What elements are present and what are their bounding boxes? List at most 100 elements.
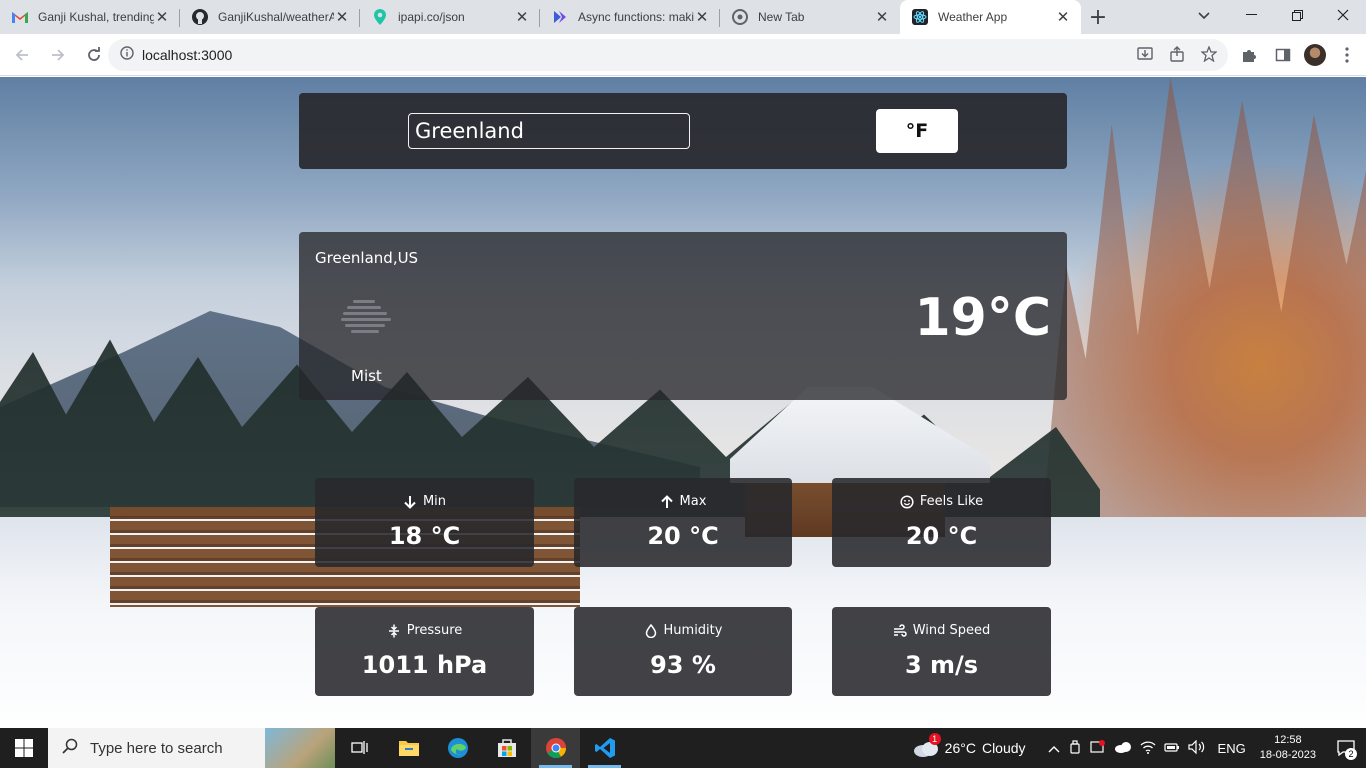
search-icon — [62, 738, 78, 758]
close-icon[interactable]: ✕ — [1055, 8, 1071, 26]
battery-icon[interactable] — [1163, 741, 1180, 756]
site-info-icon[interactable] — [120, 45, 134, 65]
address-bar[interactable]: localhost:3000 — [108, 39, 1228, 71]
wifi-icon[interactable] — [1140, 740, 1156, 757]
unit-toggle-button[interactable]: °F — [876, 109, 958, 153]
tab-title: ipapi.co/json — [398, 10, 465, 24]
system-tray: 1 26°C Cloudy ENG 12:58 18-08-2023 2 — [913, 728, 1366, 768]
back-arrow-icon[interactable] — [6, 39, 38, 71]
stat-label: Min — [422, 494, 447, 509]
arrow-down-icon — [404, 495, 416, 509]
close-icon[interactable]: ✕ — [154, 8, 170, 26]
stat-value: 1011 hPa — [361, 651, 488, 679]
stat-label: Pressure — [406, 623, 463, 638]
edge-browser-icon[interactable] — [433, 728, 482, 768]
stat-value: 20 °C — [647, 522, 719, 550]
url-text: localhost:3000 — [142, 47, 233, 63]
windows-taskbar: Type here to search 1 26°C Cloudy ENG 12… — [0, 728, 1366, 768]
volume-icon[interactable] — [1187, 739, 1206, 757]
smile-icon — [900, 494, 914, 509]
taskbar-weather-temp: 26°C — [944, 740, 976, 756]
city-search-input[interactable] — [408, 113, 690, 149]
extensions-puzzle-icon[interactable] — [1236, 39, 1262, 71]
more-menu-icon[interactable] — [1334, 39, 1360, 71]
vscode-taskbar-icon[interactable] — [580, 728, 629, 768]
taskbar-weather-widget[interactable]: 1 26°C Cloudy — [913, 733, 1026, 757]
mist-icon — [339, 298, 395, 338]
stat-card-humidity: Humidity 93 % — [574, 607, 792, 696]
notification-center-icon[interactable]: 2 — [1326, 728, 1366, 768]
page-viewport: °F Greenland,US Mist 19°C Min 18 — [0, 77, 1366, 728]
input-language[interactable]: ENG — [1218, 741, 1246, 756]
browser-tab[interactable]: Async functions: makin ✕ — [540, 0, 720, 34]
tab-title: Weather App — [938, 10, 1008, 24]
notification-count-badge: 2 — [1345, 748, 1357, 760]
stat-value: 20 °C — [905, 522, 978, 550]
weather-description: Mist — [351, 367, 382, 385]
windows-start-icon[interactable] — [0, 728, 48, 768]
profile-avatar[interactable] — [1304, 44, 1326, 66]
close-icon[interactable]: ✕ — [874, 8, 890, 26]
security-alert-icon[interactable] — [1089, 739, 1106, 757]
browser-tab[interactable]: Ganji Kushal, trending ✕ — [0, 0, 180, 34]
search-panel: °F — [299, 93, 1067, 169]
compress-icon — [388, 624, 399, 637]
minimize-icon[interactable] — [1228, 0, 1274, 30]
taskbar-search-box[interactable]: Type here to search — [48, 728, 335, 768]
stat-card-wind-speed: Wind Speed 3 m/s — [832, 607, 1051, 696]
droplet-icon — [645, 623, 656, 638]
vscode-docs-icon — [552, 9, 568, 25]
stat-label: Max — [679, 494, 707, 509]
onedrive-cloud-icon[interactable] — [1114, 741, 1132, 756]
browser-toolbar: localhost:3000 — [0, 34, 1366, 76]
stat-value: 3 m/s — [904, 651, 979, 679]
stat-label: Humidity — [663, 623, 723, 638]
close-icon[interactable]: ✕ — [694, 8, 710, 26]
taskbar-weather-text: Cloudy — [981, 740, 1026, 756]
file-explorer-icon[interactable] — [384, 728, 433, 768]
react-icon — [912, 9, 928, 25]
share-icon[interactable] — [1168, 45, 1186, 63]
browser-tab[interactable]: New Tab ✕ — [720, 0, 900, 34]
restore-icon[interactable] — [1274, 0, 1320, 30]
tab-title: Async functions: makin — [578, 10, 694, 24]
browser-tab-active[interactable]: Weather App ✕ — [900, 0, 1081, 34]
clock-date: 18-08-2023 — [1259, 749, 1316, 761]
bookmark-star-icon[interactable] — [1200, 45, 1218, 63]
task-view-icon[interactable] — [335, 728, 384, 768]
map-pin-icon — [372, 9, 388, 25]
stat-card-max: Max 20 °C — [574, 478, 792, 567]
stat-label: Wind Speed — [912, 623, 991, 638]
tab-title: New Tab — [758, 10, 805, 24]
close-window-icon[interactable] — [1320, 0, 1366, 30]
chrome-taskbar-icon[interactable] — [531, 728, 580, 768]
forward-arrow-icon[interactable] — [42, 39, 74, 71]
tab-search-chevron-icon[interactable] — [1190, 4, 1218, 28]
stat-card-min: Min 18 °C — [315, 478, 534, 567]
stat-label: Feels Like — [919, 494, 984, 509]
tab-title: Ganji Kushal, trending — [38, 10, 154, 24]
side-panel-icon[interactable] — [1270, 39, 1296, 71]
browser-tab-strip: Ganji Kushal, trending ✕ GanjiKushal/wea… — [0, 0, 1366, 34]
browser-tab[interactable]: GanjiKushal/weatherA ✕ — [180, 0, 360, 34]
close-icon[interactable]: ✕ — [514, 8, 530, 26]
weather-alert-badge: 1 — [928, 733, 941, 745]
clock-time: 12:58 — [1274, 734, 1302, 746]
current-weather-panel: Greenland,US Mist 19°C — [299, 232, 1067, 400]
stat-card-feels-like: Feels Like 20 °C — [832, 478, 1051, 567]
chrome-icon — [732, 9, 748, 25]
usb-device-icon[interactable] — [1068, 739, 1082, 757]
browser-tab[interactable]: ipapi.co/json ✕ — [360, 0, 540, 34]
taskbar-clock[interactable]: 12:58 18-08-2023 — [1260, 733, 1316, 763]
search-highlight-image — [265, 728, 335, 768]
chevron-up-icon[interactable] — [1048, 741, 1060, 756]
microsoft-store-icon[interactable] — [482, 728, 531, 768]
install-app-icon[interactable] — [1136, 45, 1154, 63]
new-tab-button[interactable]: + — [1081, 0, 1115, 34]
reload-icon[interactable] — [78, 39, 110, 71]
close-icon[interactable]: ✕ — [334, 8, 350, 26]
arrow-up-icon — [660, 494, 673, 508]
stat-value: 18 °C — [388, 522, 461, 550]
gmail-icon — [12, 9, 28, 25]
github-icon — [192, 9, 208, 25]
